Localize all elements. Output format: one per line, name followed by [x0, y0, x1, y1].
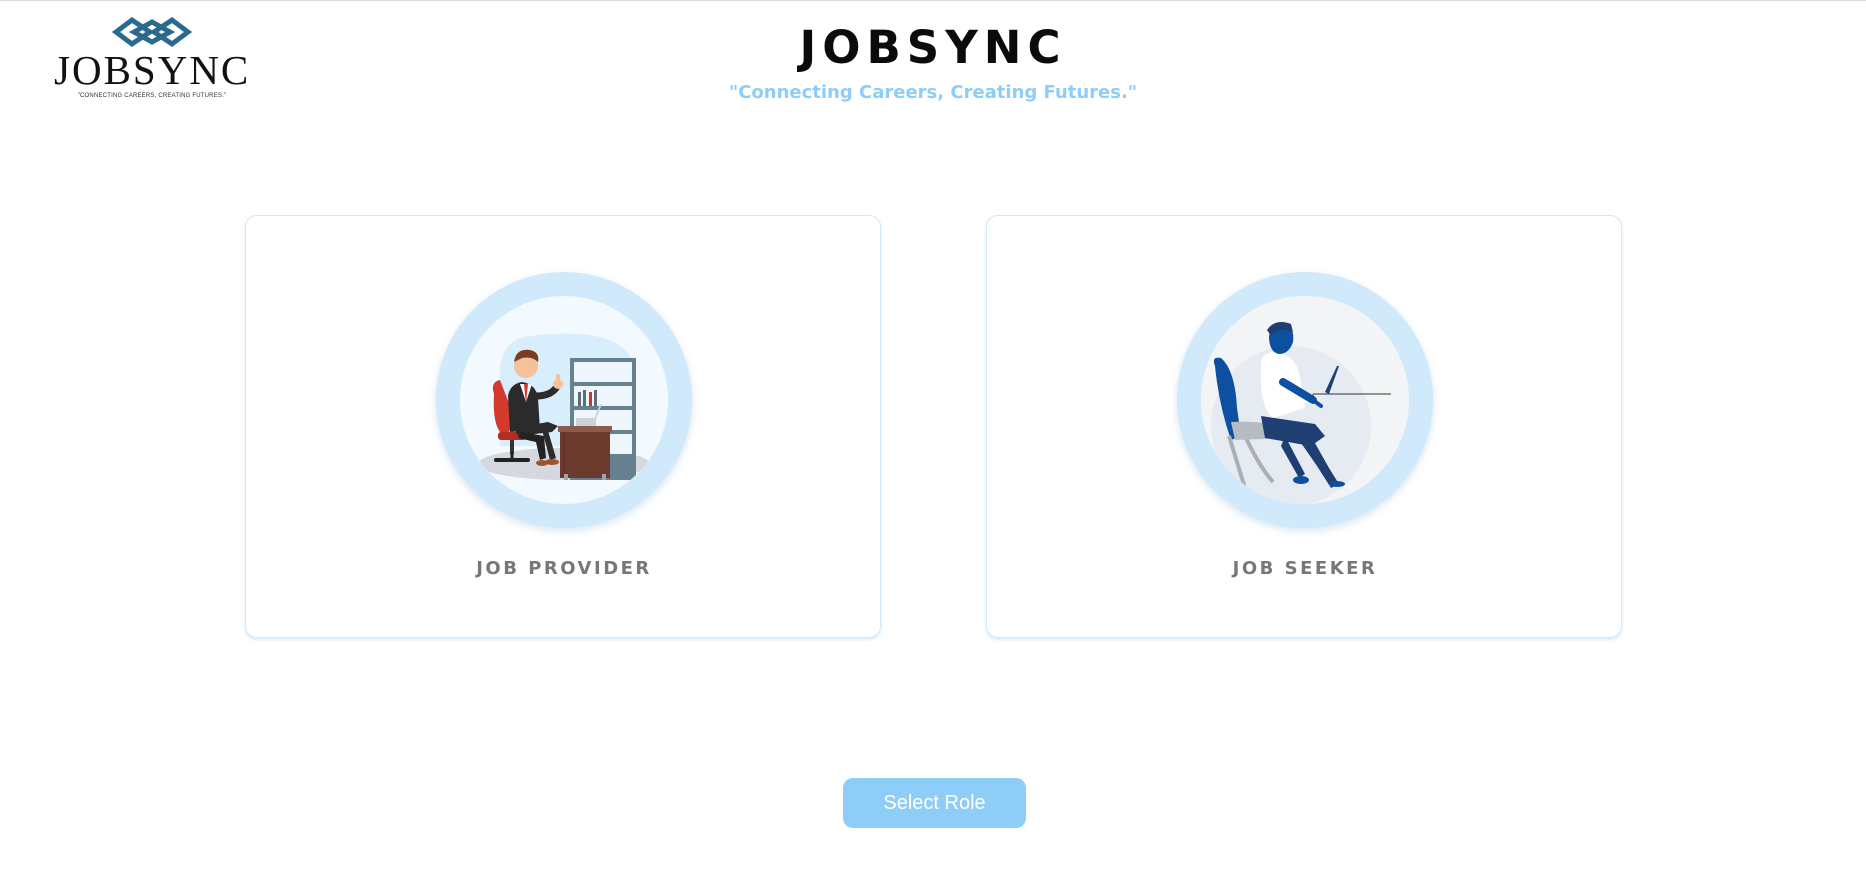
avatar-circle — [1201, 296, 1409, 504]
avatar-circle — [460, 296, 668, 504]
businessman-at-desk-illustration — [460, 296, 668, 504]
avatar-ring — [436, 272, 692, 528]
page-title: JOBSYNC — [799, 21, 1067, 74]
role-label: JOB PROVIDER — [476, 558, 652, 579]
role-label: JOB SEEKER — [1232, 558, 1378, 579]
select-role-button[interactable]: Select Role — [843, 778, 1026, 828]
top-divider — [0, 0, 1866, 1]
person-on-laptop-illustration — [1201, 296, 1409, 504]
role-card-job-seeker[interactable]: JOB SEEKER — [986, 215, 1622, 638]
page-subtitle: "Connecting Careers, Creating Futures." — [728, 82, 1138, 103]
role-card-job-provider[interactable]: JOB PROVIDER — [245, 215, 881, 638]
avatar-ring — [1177, 272, 1433, 528]
